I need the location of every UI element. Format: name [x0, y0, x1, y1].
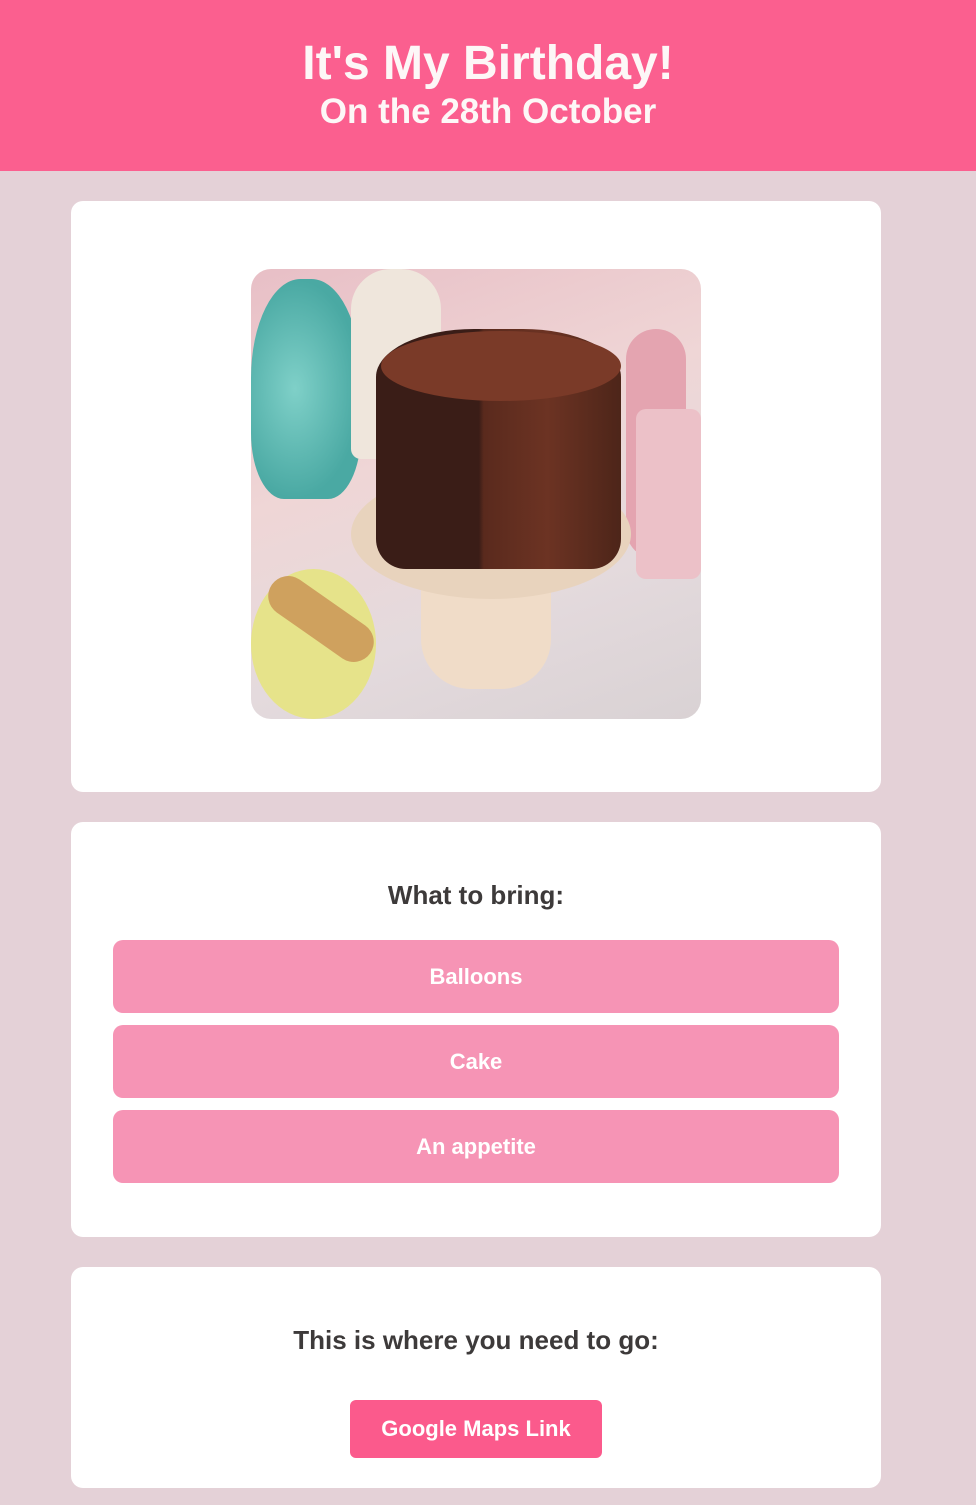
- what-to-bring-heading: What to bring:: [387, 880, 565, 910]
- bring-item-appetite[interactable]: An appetite: [113, 1110, 839, 1183]
- page-header: It's My Birthday! On the 28th October: [0, 0, 976, 171]
- bring-item-balloons[interactable]: Balloons: [113, 940, 839, 1013]
- bring-item-cake[interactable]: Cake: [113, 1025, 839, 1098]
- photo-card: [71, 201, 881, 792]
- google-maps-link-button[interactable]: Google Maps Link: [350, 1400, 602, 1458]
- cake-image: [251, 269, 701, 719]
- what-to-bring-card: What to bring: Balloons Cake An appetite: [71, 822, 881, 1237]
- page-title: It's My Birthday!: [302, 37, 674, 90]
- location-heading: This is where you need to go:: [293, 1325, 659, 1355]
- location-card: This is where you need to go: Google Map…: [71, 1267, 881, 1488]
- page-subtitle: On the 28th October: [319, 92, 657, 131]
